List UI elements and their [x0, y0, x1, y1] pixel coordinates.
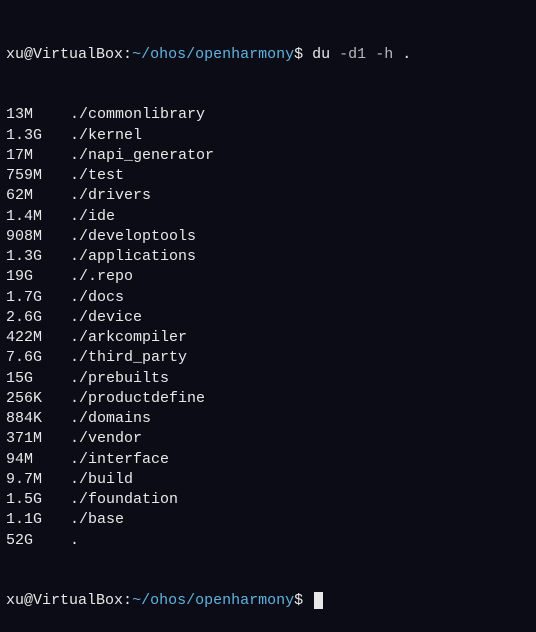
cursor[interactable]	[314, 592, 323, 609]
output-dir: ./interface	[70, 450, 169, 470]
output-size: 1.3G	[6, 247, 70, 267]
output-size: 94M	[6, 450, 70, 470]
output-dir: ./drivers	[70, 186, 151, 206]
output-row: 19G./.repo	[6, 267, 530, 287]
output-size: 1.3G	[6, 126, 70, 146]
output-row: 256K./productdefine	[6, 389, 530, 409]
output-row: 13M./commonlibrary	[6, 105, 530, 125]
prompt-colon: :	[123, 46, 132, 63]
output-dir: ./kernel	[70, 126, 142, 146]
prompt-at: @	[24, 592, 33, 609]
output-size: 62M	[6, 186, 70, 206]
command-arg: .	[402, 46, 411, 63]
output-dir: ./base	[70, 510, 124, 530]
output-size: 7.6G	[6, 348, 70, 368]
output-size: 15G	[6, 369, 70, 389]
output-size: 17M	[6, 146, 70, 166]
output-row: 52G.	[6, 531, 530, 551]
output-size: 9.7M	[6, 470, 70, 490]
output-row: 759M./test	[6, 166, 530, 186]
output-dir: ./domains	[70, 409, 151, 429]
prompt-colon: :	[123, 592, 132, 609]
prompt-at: @	[24, 46, 33, 63]
output-size: 2.6G	[6, 308, 70, 328]
output-row: 7.6G./third_party	[6, 348, 530, 368]
output-size: 422M	[6, 328, 70, 348]
terminal-output[interactable]: xu@VirtualBox:~/ohos/openharmony$ du -d1…	[6, 4, 530, 632]
output-row: 94M./interface	[6, 450, 530, 470]
output-row: 1.5G./foundation	[6, 490, 530, 510]
output-dir: ./ide	[70, 207, 115, 227]
prompt-path: ~/ohos/openharmony	[132, 46, 294, 63]
flag-human: -h	[375, 46, 393, 63]
prompt-dollar: $	[294, 46, 303, 63]
output-size: 908M	[6, 227, 70, 247]
output-dir: ./foundation	[70, 490, 178, 510]
output-row: 1.1G./base	[6, 510, 530, 530]
output-dir: ./test	[70, 166, 124, 186]
output-row: 1.7G./docs	[6, 288, 530, 308]
output-dir: ./developtools	[70, 227, 196, 247]
output-row: 62M./drivers	[6, 186, 530, 206]
flag-depth: -d1	[339, 46, 366, 63]
output-dir: ./build	[70, 470, 133, 490]
output-row: 422M./arkcompiler	[6, 328, 530, 348]
output-dir: ./third_party	[70, 348, 187, 368]
output-dir: ./commonlibrary	[70, 105, 205, 125]
output-size: 52G	[6, 531, 70, 551]
output-size: 759M	[6, 166, 70, 186]
output-dir: ./docs	[70, 288, 124, 308]
output-dir: ./napi_generator	[70, 146, 214, 166]
output-dir: ./applications	[70, 247, 196, 267]
output-dir: ./arkcompiler	[70, 328, 187, 348]
output-row: 1.4M./ide	[6, 207, 530, 227]
output-size: 256K	[6, 389, 70, 409]
output-row: 908M./developtools	[6, 227, 530, 247]
output-dir: ./device	[70, 308, 142, 328]
prompt-user: xu	[6, 592, 24, 609]
output-dir: ./productdefine	[70, 389, 205, 409]
prompt-user: xu	[6, 46, 24, 63]
output-size: 1.7G	[6, 288, 70, 308]
output-row: 17M./napi_generator	[6, 146, 530, 166]
output-dir: .	[70, 531, 79, 551]
output-row: 1.3G./applications	[6, 247, 530, 267]
output-size: 1.4M	[6, 207, 70, 227]
output-size: 19G	[6, 267, 70, 287]
prompt-line-1: xu@VirtualBox:~/ohos/openharmony$ du -d1…	[6, 45, 530, 65]
du-output: 13M./commonlibrary1.3G./kernel17M./napi_…	[6, 105, 530, 551]
prompt-host: VirtualBox	[33, 592, 123, 609]
output-size: 1.1G	[6, 510, 70, 530]
output-dir: ./vendor	[70, 429, 142, 449]
prompt-host: VirtualBox	[33, 46, 123, 63]
output-dir: ./prebuilts	[70, 369, 169, 389]
output-row: 2.6G./device	[6, 308, 530, 328]
output-size: 371M	[6, 429, 70, 449]
prompt-dollar: $	[294, 592, 303, 609]
output-row: 884K./domains	[6, 409, 530, 429]
output-row: 15G./prebuilts	[6, 369, 530, 389]
command: du	[312, 46, 330, 63]
output-row: 9.7M./build	[6, 470, 530, 490]
prompt-line-2: xu@VirtualBox:~/ohos/openharmony$	[6, 591, 530, 611]
output-size: 1.5G	[6, 490, 70, 510]
output-size: 13M	[6, 105, 70, 125]
prompt-path: ~/ohos/openharmony	[132, 592, 294, 609]
output-row: 371M./vendor	[6, 429, 530, 449]
output-dir: ./.repo	[70, 267, 133, 287]
output-size: 884K	[6, 409, 70, 429]
output-row: 1.3G./kernel	[6, 126, 530, 146]
